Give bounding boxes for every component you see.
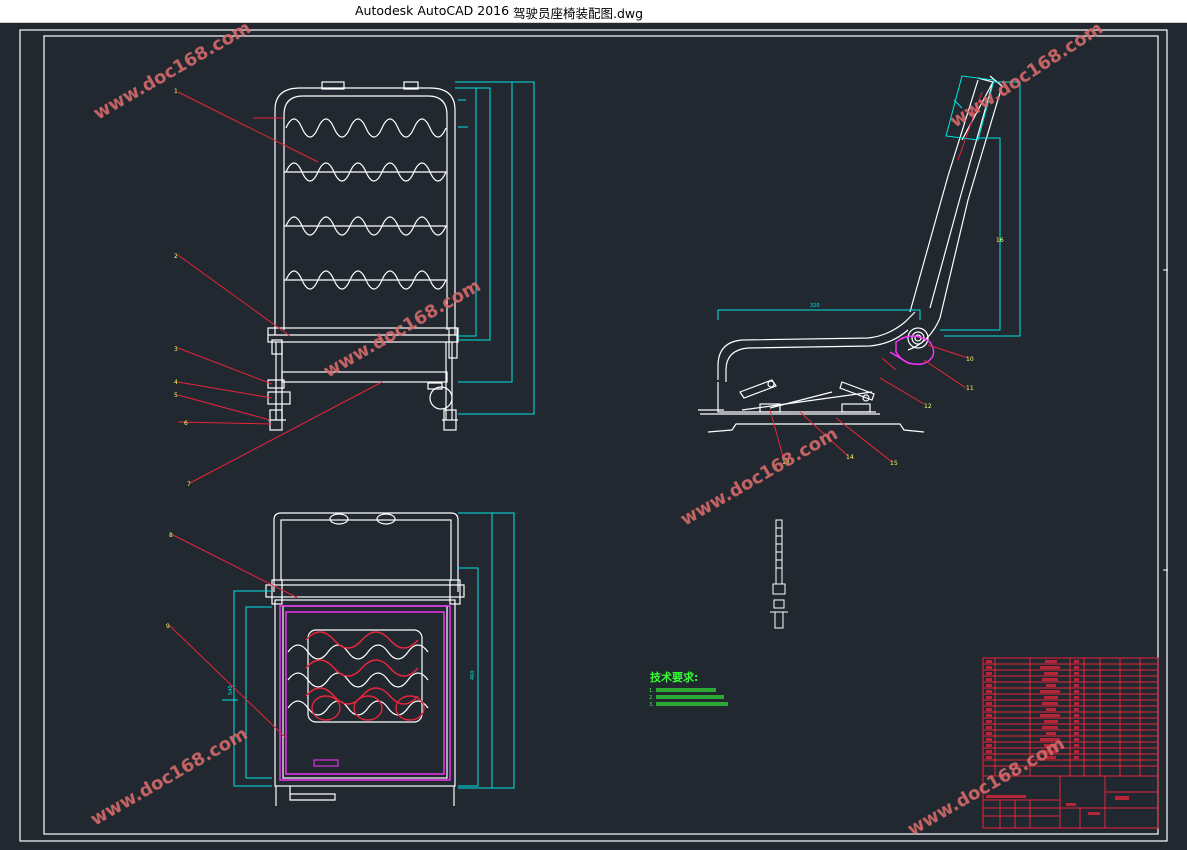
label-5: 5 [174, 392, 178, 399]
label-1: 1 [174, 88, 178, 95]
label-14: 14 [846, 454, 854, 461]
label-9: 9 [166, 623, 170, 630]
tech-note-2: 2. [649, 695, 654, 701]
top-view [265, 512, 465, 806]
label-3: 3 [174, 346, 178, 353]
dim-460: 460 [470, 670, 476, 680]
label-2: 2 [174, 253, 178, 260]
front-view-dimensions [455, 81, 535, 415]
label-7: 7 [187, 481, 191, 488]
watermark-6: www.doc168.com [904, 733, 1068, 840]
watermarks: www.doc168.com www.doc168.com www.doc168… [87, 22, 1107, 840]
label-12: 12 [924, 403, 932, 410]
document-title: 驾驶员座椅装配图.dwg [513, 6, 644, 21]
top-view-red [305, 631, 425, 721]
label-8: 8 [169, 532, 173, 539]
tech-requirements: 技术要求: 1. 2. 3. [649, 670, 728, 708]
label-10: 10 [966, 356, 974, 363]
label-16: 16 [996, 237, 1004, 244]
drawing-canvas[interactable]: 1 2 3 4 5 6 7 8 9 10 11 12 13 14 15 16 3… [0, 22, 1187, 850]
tech-note-1: 1. [649, 688, 654, 694]
bolt-detail [770, 519, 788, 629]
label-15: 15 [890, 460, 898, 467]
app-title: Autodesk AutoCAD 2016 [355, 3, 510, 18]
watermark-3: www.doc168.com [320, 275, 484, 382]
watermark-5: www.doc168.com [87, 723, 251, 830]
title-bar: Autodesk AutoCAD 2016 驾驶员座椅装配图.dwg [0, 0, 1187, 23]
dim-540: 540 [228, 685, 234, 695]
title-block [982, 657, 1159, 829]
front-view [267, 81, 459, 431]
leader-labels: 1 2 3 4 5 6 7 8 9 10 11 12 13 14 15 16 [166, 88, 1004, 630]
label-11: 11 [966, 385, 974, 392]
top-view-dimensions [222, 512, 515, 789]
label-4: 4 [174, 379, 178, 386]
tech-title: 技术要求: [650, 670, 698, 684]
label-6: 6 [184, 420, 188, 427]
tech-note-3: 3. [649, 702, 654, 708]
watermark-4: www.doc168.com [677, 423, 841, 530]
side-view-magenta [889, 335, 935, 365]
front-view-leaders [177, 91, 383, 484]
watermark-1: www.doc168.com [90, 22, 254, 124]
dim-320: 320 [810, 303, 820, 309]
